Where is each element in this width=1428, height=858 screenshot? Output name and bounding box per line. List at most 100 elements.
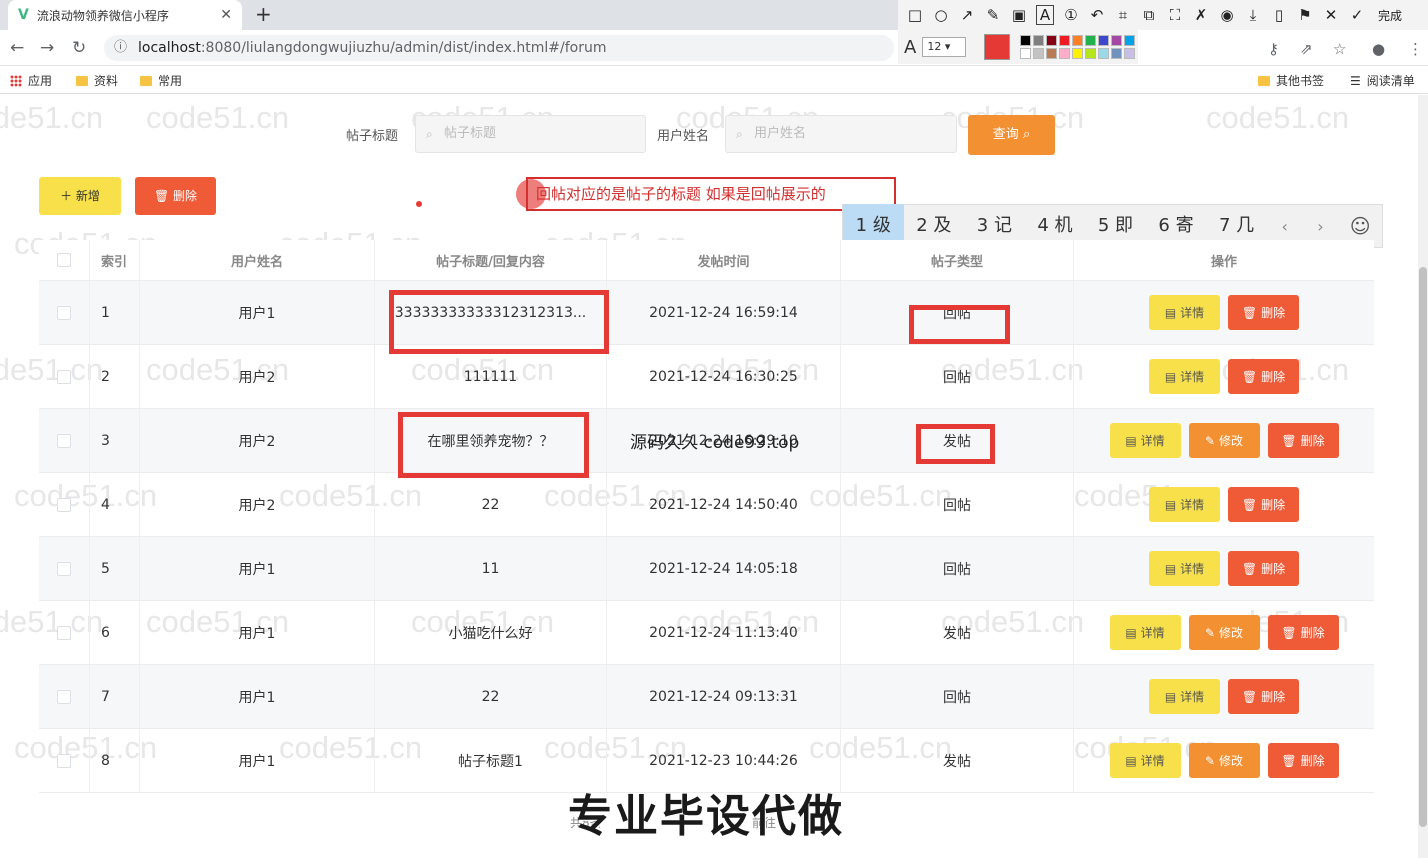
trash-icon: 🗑 [1281, 753, 1297, 768]
delete-button[interactable]: 🗑 删除 [1267, 423, 1339, 458]
row-checkbox[interactable] [57, 753, 71, 768]
bookmark-other[interactable]: 其他书签 [1258, 72, 1324, 89]
title-search-input[interactable]: ⌕ 帖子标题 [415, 115, 646, 153]
bookmark-icon[interactable]: ⚑ [1296, 6, 1314, 24]
row-checkbox[interactable] [57, 497, 71, 512]
bookmark-reading-list[interactable]: ☰ 阅读清单 [1350, 72, 1415, 89]
copy-icon[interactable]: ⧉ [1140, 6, 1158, 24]
query-button[interactable]: 查询 ⌕ [968, 115, 1055, 155]
color-swatch[interactable] [1033, 48, 1045, 59]
close-icon[interactable]: ✕ [1322, 6, 1340, 24]
color-swatch[interactable] [1020, 48, 1032, 59]
color-swatch[interactable] [1098, 48, 1110, 59]
color-swatch[interactable] [1111, 48, 1123, 59]
annotation-text-box[interactable]: 回帖对应的是帖子的标题 如果是回帖展示的 [526, 177, 896, 211]
detail-button[interactable]: ▤ 详情 [1149, 679, 1220, 714]
detail-button[interactable]: ▤ 详情 [1109, 423, 1181, 458]
bookmark-apps[interactable]: 应用 [10, 72, 52, 89]
trash-icon: 🗑 [1281, 625, 1297, 640]
font-size-select[interactable]: 12 ▾ [922, 37, 967, 57]
pin-icon[interactable]: ✗ [1192, 6, 1210, 24]
row-checkbox[interactable] [57, 305, 71, 320]
detail-button[interactable]: ▤ 详情 [1149, 295, 1220, 330]
delete-button[interactable]: 🗑 删除 [1228, 551, 1299, 586]
check-icon[interactable]: ✓ [1348, 6, 1366, 24]
color-swatch[interactable] [1085, 35, 1097, 46]
share-icon[interactable]: ⇗ [1300, 40, 1313, 58]
delete-button[interactable]: 🗑 删除 [1228, 295, 1299, 330]
delete-button[interactable]: 🗑 删除 [1228, 359, 1299, 394]
ime-prev-icon[interactable]: ‹ [1267, 217, 1303, 236]
bulk-delete-button[interactable]: 🗑 删除 [135, 177, 216, 215]
menu-icon[interactable]: ⋮ [1408, 40, 1423, 58]
row-actions: ▤ 详情 ✎ 修改 🗑 删除 [1074, 729, 1374, 792]
star-icon[interactable]: ☆ [1333, 40, 1346, 58]
color-swatch[interactable] [1046, 35, 1058, 46]
bookmark-folder-1[interactable]: 资料 [76, 72, 118, 89]
color-swatch[interactable] [1124, 48, 1136, 59]
add-button[interactable]: ＋ 新增 [39, 177, 121, 215]
current-color-swatch[interactable] [984, 34, 1011, 60]
pen-tool-icon[interactable]: ✎ [984, 6, 1002, 24]
record-icon[interactable]: ◉ [1218, 6, 1236, 24]
forward-icon[interactable]: → [40, 38, 54, 58]
undo-icon[interactable]: ↶ [1088, 6, 1106, 24]
color-swatch[interactable] [1059, 35, 1071, 46]
download-icon[interactable]: ⤓ [1244, 6, 1262, 24]
color-swatch[interactable] [1033, 35, 1045, 46]
delete-button[interactable]: 🗑 删除 [1228, 679, 1299, 714]
scrollbar-thumb[interactable] [1419, 267, 1427, 827]
page-scrollbar[interactable] [1418, 95, 1428, 858]
row-checkbox[interactable] [57, 689, 71, 704]
save-icon[interactable]: ▯ [1270, 6, 1288, 24]
row-index: 3 [90, 409, 140, 472]
ellipse-tool-icon[interactable]: ○ [932, 6, 950, 24]
close-tab-icon[interactable]: ✕ [220, 7, 232, 23]
color-swatch[interactable] [1020, 35, 1032, 46]
mosaic-tool-icon[interactable]: ▣ [1010, 6, 1028, 24]
color-swatch[interactable] [1046, 48, 1058, 59]
key-icon[interactable]: ⚷ [1268, 40, 1279, 58]
arrow-tool-icon[interactable]: ↗ [958, 6, 976, 24]
text-tool-icon[interactable]: A [1036, 5, 1054, 25]
ime-next-icon[interactable]: › [1303, 217, 1339, 236]
color-swatch[interactable] [1072, 48, 1084, 59]
new-tab-button[interactable]: + [255, 2, 272, 26]
delete-button[interactable]: 🗑 删除 [1267, 743, 1339, 778]
color-swatch[interactable] [1111, 35, 1123, 46]
select-all-checkbox[interactable] [57, 253, 71, 267]
reload-icon[interactable]: ↻ [72, 38, 86, 58]
row-checkbox[interactable] [57, 433, 71, 448]
color-swatch[interactable] [1072, 35, 1084, 46]
number-tool-icon[interactable]: ① [1062, 6, 1080, 24]
back-icon[interactable]: ← [10, 38, 24, 58]
color-swatch[interactable] [1124, 35, 1136, 46]
color-swatch[interactable] [1085, 48, 1097, 59]
ime-emoji-icon[interactable]: ☺ [1338, 214, 1382, 238]
browser-tab[interactable]: V 流浪动物领养微信小程序 ✕ [8, 0, 242, 30]
detail-button[interactable]: ▤ 详情 [1109, 615, 1181, 650]
site-info-icon[interactable]: ⓘ [114, 35, 127, 61]
detail-button[interactable]: ▤ 详情 [1149, 359, 1220, 394]
row-checkbox[interactable] [57, 369, 71, 384]
edit-button[interactable]: ✎ 修改 [1188, 743, 1260, 778]
done-button[interactable]: 完成 [1378, 7, 1402, 24]
color-swatch[interactable] [1098, 35, 1110, 46]
url-field[interactable]: ⓘ localhost:8080/liulangdongwujiuzhu/adm… [104, 35, 894, 61]
color-swatch[interactable] [1059, 48, 1071, 59]
edit-button[interactable]: ✎ 修改 [1188, 615, 1260, 650]
detail-button[interactable]: ▤ 详情 [1109, 743, 1181, 778]
user-search-input[interactable]: ⌕ 用户姓名 [725, 115, 957, 153]
rectangle-tool-icon[interactable]: □ [906, 6, 924, 24]
row-checkbox[interactable] [57, 625, 71, 640]
bookmark-folder-2[interactable]: 常用 [140, 72, 182, 89]
delete-button[interactable]: 🗑 删除 [1228, 487, 1299, 522]
profile-avatar-icon[interactable]: ● [1372, 40, 1385, 58]
delete-button[interactable]: 🗑 删除 [1267, 615, 1339, 650]
edit-button[interactable]: ✎ 修改 [1188, 423, 1260, 458]
detail-button[interactable]: ▤ 详情 [1149, 487, 1220, 522]
row-checkbox[interactable] [57, 561, 71, 576]
detail-button[interactable]: ▤ 详情 [1149, 551, 1220, 586]
crop-icon[interactable]: ⌗ [1114, 6, 1132, 24]
fullscreen-icon[interactable]: ⛶ [1166, 6, 1184, 24]
